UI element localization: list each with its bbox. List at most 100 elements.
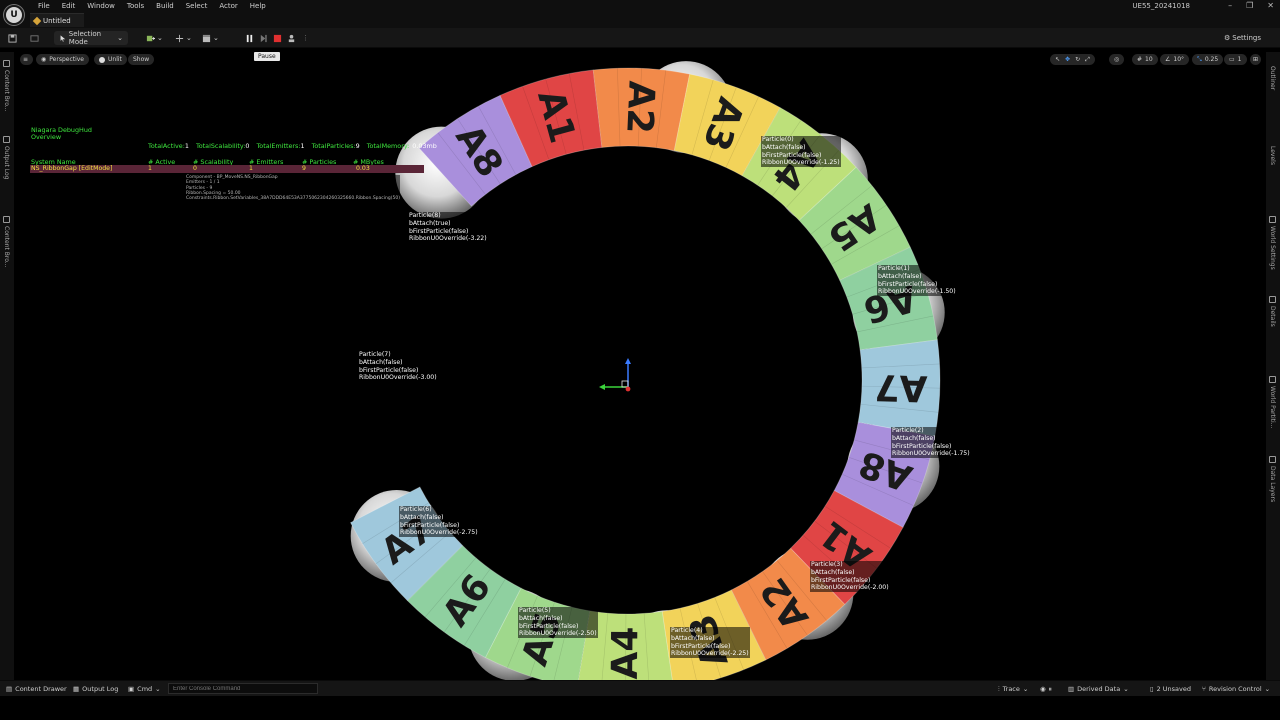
chevron-down-icon: ⌄ <box>157 34 163 42</box>
chevron-down-icon: ⌄ <box>1123 685 1129 693</box>
cinematics-button[interactable]: ⌄ <box>202 31 219 45</box>
gear-icon: ⚙ <box>1224 34 1231 42</box>
rail-levels[interactable]: Levels <box>1269 146 1276 165</box>
rail-outliner[interactable]: Outliner <box>1269 66 1276 90</box>
revision-control-button[interactable]: ⑂ Revision Control ⌄ <box>1202 684 1270 694</box>
menu-file[interactable]: File <box>32 1 56 12</box>
rail-data-layers[interactable]: Data Layers <box>1269 466 1276 502</box>
particle-line: RibbonU0Override(-1.75) <box>892 450 970 458</box>
minimize-icon[interactable]: – <box>1228 1 1232 10</box>
particle-line: Particle(4) <box>671 627 703 634</box>
particle-label-0: Particle(0) bAttach(false) bFirstParticl… <box>761 136 841 168</box>
derived-data-label: Derived Data <box>1077 685 1121 693</box>
play-options-button[interactable]: ⋮ <box>302 31 309 45</box>
particle-label-6: Particle(6) bAttach(false) bFirstParticl… <box>399 506 479 538</box>
menu-bar: File Edit Window Tools Build Select Acto… <box>32 1 272 12</box>
selection-mode-dropdown[interactable]: Selection Mode ⌄ <box>54 30 128 46</box>
pause-status-icon[interactable]: ⏸ <box>1049 685 1052 694</box>
unreal-logo-icon[interactable]: U <box>4 5 24 25</box>
menu-select[interactable]: Select <box>180 1 214 12</box>
settings-button[interactable]: ⚙ Settings <box>1224 31 1261 45</box>
derived-data-button[interactable]: ▥ Derived Data ⌄ <box>1068 684 1129 694</box>
clapper-icon <box>202 34 211 42</box>
save-button[interactable] <box>8 31 17 45</box>
particle-line: bAttach(false) <box>892 434 936 442</box>
console-command-input[interactable] <box>168 683 318 694</box>
particle-line: bFirstParticle(false) <box>878 280 938 288</box>
close-icon[interactable]: ✕ <box>1267 1 1274 10</box>
menu-tools[interactable]: Tools <box>121 1 150 12</box>
rail-details[interactable]: Details <box>1269 306 1276 327</box>
terminal-icon: ▣ <box>128 685 135 693</box>
rail-output-log[interactable]: Output Log <box>3 146 10 179</box>
save-icon <box>8 33 17 43</box>
particle-label-1: Particle(1) bAttach(false) bFirstParticl… <box>877 265 957 297</box>
level-viewport[interactable]: ≡ ◉ Perspective Unlit Show ↖ ✥ ↻ ⤢ ◎ # 1… <box>14 50 1266 680</box>
pause-icon <box>246 34 253 42</box>
hud-row-mbytes: 0.03 <box>356 165 370 172</box>
particle-line: Particle(1) <box>878 265 910 272</box>
menu-window[interactable]: Window <box>81 1 121 12</box>
details-icon[interactable] <box>1269 296 1276 303</box>
drawer-icon: ▤ <box>6 685 13 693</box>
output-log-icon[interactable] <box>3 136 10 143</box>
restore-icon[interactable]: ❐ <box>1246 1 1253 10</box>
hud-overview: Overview <box>31 133 62 141</box>
rail-content-browser-1[interactable]: Content Bro... <box>3 70 10 112</box>
particle-label-3: Particle(3) bAttach(false) bFirstParticl… <box>810 561 890 593</box>
particle-line: bFirstParticle(false) <box>359 366 419 374</box>
browse-button[interactable] <box>30 31 39 45</box>
trace-button[interactable]: ⫶ Trace ⌄ <box>998 684 1028 694</box>
stop-button[interactable] <box>273 31 282 45</box>
title-bar: U File Edit Window Tools Build Select Ac… <box>0 0 1280 28</box>
transform-gizmo[interactable] <box>596 355 636 395</box>
unsaved-button[interactable]: ▯ 2 Unsaved <box>1150 684 1191 694</box>
particle-line: Particle(0) <box>762 136 794 143</box>
eject-icon <box>288 34 295 42</box>
unsaved-label: 2 Unsaved <box>1156 685 1191 693</box>
menu-help[interactable]: Help <box>244 1 272 12</box>
cmd-dropdown[interactable]: ▣ Cmd ⌄ <box>128 684 161 694</box>
cmd-label: Cmd <box>137 685 153 693</box>
level-tab[interactable]: Untitled <box>30 13 84 27</box>
level-tab-label: Untitled <box>43 16 71 25</box>
particle-line: bAttach(false) <box>671 634 715 642</box>
derived-data-icon: ▥ <box>1068 685 1075 693</box>
particle-label-8: Particle(8) bAttach(true) bFirstParticle… <box>408 212 488 244</box>
content-drawer-label: Content Drawer <box>15 685 67 693</box>
eject-button[interactable] <box>287 31 296 45</box>
rail-world-settings[interactable]: World Settings <box>1269 226 1276 270</box>
hud-total-emitters-label: TotalEmitters: <box>256 142 301 150</box>
rail-world-partition[interactable]: World Partiti... <box>1269 386 1276 428</box>
content-browser-icon[interactable] <box>3 60 10 67</box>
content-browser-icon-2[interactable] <box>3 216 10 223</box>
menu-edit[interactable]: Edit <box>56 1 82 12</box>
particle-line: bAttach(false) <box>762 143 806 151</box>
particle-line: bAttach(true) <box>409 219 451 227</box>
particle-line: bAttach(false) <box>359 358 403 366</box>
blueprint-button[interactable]: ⌄ <box>175 31 192 45</box>
add-actor-button[interactable]: ⌄ <box>146 31 163 45</box>
step-button[interactable] <box>259 31 268 45</box>
world-partition-icon[interactable] <box>1269 376 1276 383</box>
record-icon[interactable]: ◉ <box>1040 685 1046 693</box>
left-side-rail: Content Bro... Output Log Content Bro... <box>0 52 14 680</box>
world-settings-icon[interactable] <box>1269 216 1276 223</box>
particle-line: Particle(7) <box>359 351 391 358</box>
output-log-button[interactable]: ▦ Output Log <box>73 684 118 694</box>
particle-line: bAttach(false) <box>811 568 855 576</box>
particle-label-4: Particle(4) bAttach(false) bFirstParticl… <box>670 627 750 659</box>
chevron-down-icon: ⌄ <box>155 685 161 693</box>
particle-line: bFirstParticle(false) <box>519 622 579 630</box>
particle-line: bFirstParticle(false) <box>671 642 731 650</box>
content-drawer-button[interactable]: ▤ Content Drawer <box>6 684 67 694</box>
trace-icon: ⫶ <box>998 684 1000 693</box>
rail-content-browser-2[interactable]: Content Bro... <box>3 226 10 268</box>
output-log-label: Output Log <box>82 685 119 693</box>
pause-button[interactable] <box>245 31 254 45</box>
menu-actor[interactable]: Actor <box>213 1 243 12</box>
menu-build[interactable]: Build <box>150 1 180 12</box>
data-layers-icon[interactable] <box>1269 456 1276 463</box>
status-bar: ▤ Content Drawer ▦ Output Log ▣ Cmd ⌄ ⫶ … <box>0 680 1280 696</box>
particle-line: bFirstParticle(false) <box>400 521 460 529</box>
